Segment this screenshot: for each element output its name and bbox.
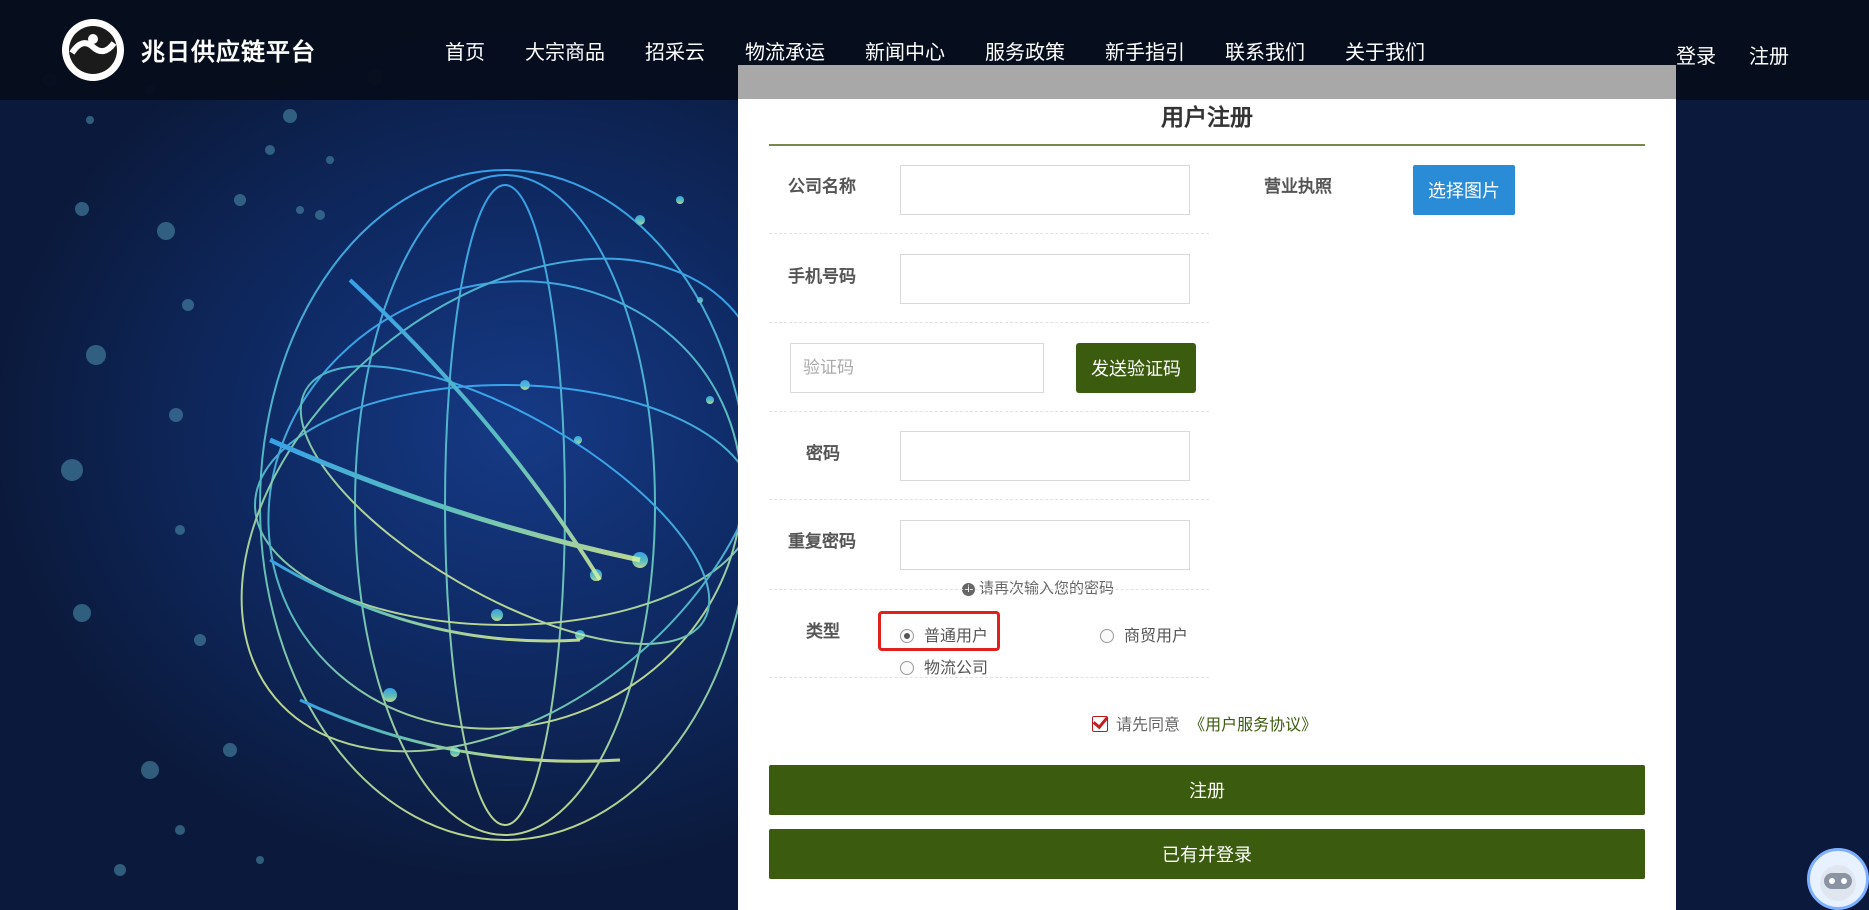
nav-item-beginner-guide[interactable]: 新手指引 (1105, 36, 1185, 66)
row-divider (769, 322, 1209, 323)
register-link[interactable]: 注册 (1749, 40, 1789, 69)
nav-item-procurement-cloud[interactable]: 招采云 (645, 36, 705, 66)
nav-item-contact[interactable]: 联系我们 (1225, 36, 1305, 66)
agreement-link[interactable]: 《用户服务协议》 (1189, 715, 1317, 734)
row-divider (769, 499, 1209, 500)
radio-icon-selected[interactable] (900, 629, 914, 643)
nav-item-commodities[interactable]: 大宗商品 (525, 36, 605, 66)
radio-icon[interactable] (900, 661, 914, 675)
agreement-checkbox[interactable] (1092, 716, 1108, 732)
password-label: 密码 (806, 444, 840, 464)
modal-title: 用户注册 (1161, 105, 1253, 131)
assistant-robot-icon[interactable] (1807, 848, 1869, 910)
existing-login-button[interactable]: 已有并登录 (769, 829, 1645, 879)
nav-item-about[interactable]: 关于我们 (1345, 36, 1425, 66)
row-divider (769, 589, 1209, 590)
company-name-label: 公司名称 (788, 177, 856, 197)
phone-input[interactable] (900, 254, 1190, 304)
brand-logo-icon[interactable] (62, 19, 124, 81)
main-nav: 首页 大宗商品 招采云 物流承运 新闻中心 服务政策 新手指引 联系我们 关于我… (445, 36, 1465, 66)
row-divider (769, 233, 1209, 234)
radio-trade-user[interactable]: 商贸用户 (1100, 622, 1188, 646)
radio-normal-user[interactable]: 普通用户 (900, 622, 988, 646)
nav-item-home[interactable]: 首页 (445, 36, 485, 66)
nav-item-logistics[interactable]: 物流承运 (745, 36, 825, 66)
radio-logistics-company[interactable]: 物流公司 (900, 654, 988, 678)
repeat-password-input[interactable] (900, 520, 1190, 570)
agreement-row: 请先同意 《用户服务协议》 (1092, 711, 1317, 735)
nav-item-news[interactable]: 新闻中心 (865, 36, 945, 66)
row-divider (769, 411, 1209, 412)
submit-register-button[interactable]: 注册 (769, 765, 1645, 815)
send-code-button[interactable]: 发送验证码 (1076, 343, 1196, 393)
nav-item-service-policy[interactable]: 服务政策 (985, 36, 1065, 66)
business-license-label: 营业执照 (1264, 177, 1332, 197)
company-name-input[interactable] (900, 165, 1190, 215)
row-divider (769, 677, 1209, 678)
modal-topbar (738, 65, 1676, 99)
verification-code-input[interactable] (790, 343, 1044, 393)
title-divider (769, 144, 1645, 146)
login-link[interactable]: 登录 (1676, 40, 1716, 69)
register-modal: 用户注册 公司名称 营业执照 选择图片 手机号码 发送验证码 密码 重复密码 i… (738, 65, 1676, 910)
password-input[interactable] (900, 431, 1190, 481)
repeat-password-hint: i 请再次输入您的密码 (962, 577, 1114, 598)
phone-label: 手机号码 (788, 267, 856, 287)
brand-name[interactable]: 兆日供应链平台 (141, 32, 316, 67)
repeat-password-label: 重复密码 (788, 532, 856, 552)
choose-image-button[interactable]: 选择图片 (1413, 165, 1515, 215)
radio-icon[interactable] (1100, 629, 1114, 643)
user-type-label: 类型 (806, 622, 840, 642)
